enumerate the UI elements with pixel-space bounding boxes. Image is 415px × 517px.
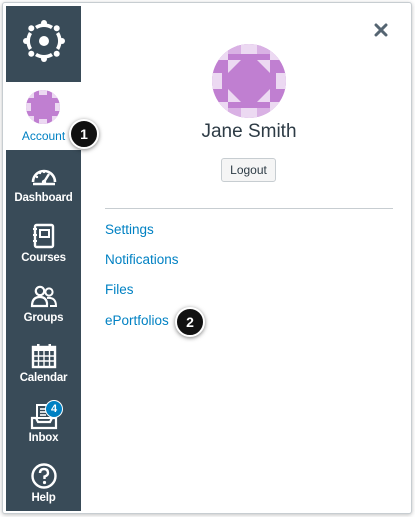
files-link[interactable]: Files [105, 282, 134, 297]
nav-item-help[interactable]: Help [6, 456, 81, 516]
eportfolios-link[interactable]: ePortfolios [105, 313, 169, 328]
notifications-link[interactable]: Notifications [105, 252, 179, 267]
help-icon [30, 462, 58, 490]
dashboard-icon [30, 162, 58, 190]
nav-item-calendar[interactable]: Calendar [6, 336, 81, 396]
tray-divider [105, 208, 393, 209]
nav-item-dashboard[interactable]: Dashboard [6, 156, 81, 216]
nav-item-courses[interactable]: Courses [6, 216, 81, 276]
callout-marker-2: 2 [175, 307, 205, 337]
global-navigation: Account Dashboard Courses Groups Calenda… [6, 6, 81, 511]
nav-label-courses: Courses [21, 252, 66, 264]
inbox-unread-badge: 4 [45, 400, 63, 418]
logout-button[interactable]: Logout [221, 158, 276, 182]
nav-item-groups[interactable]: Groups [6, 276, 81, 336]
groups-icon [30, 282, 58, 310]
close-icon[interactable] [371, 20, 391, 40]
avatar-icon [26, 90, 60, 124]
nav-label-help: Help [31, 492, 56, 504]
calendar-icon [30, 342, 58, 370]
settings-link[interactable]: Settings [105, 222, 154, 237]
user-avatar [212, 44, 286, 118]
nav-label-groups: Groups [23, 312, 64, 324]
nav-label-dashboard: Dashboard [14, 192, 73, 204]
nav-item-inbox[interactable]: 4 Inbox [6, 396, 81, 456]
nav-label-inbox: Inbox [28, 432, 59, 444]
canvas-logo-icon[interactable] [6, 6, 81, 76]
nav-label-calendar: Calendar [19, 372, 68, 384]
courses-icon [30, 222, 58, 250]
callout-marker-1: 1 [69, 119, 99, 149]
user-name: Jane Smith [201, 121, 297, 142]
